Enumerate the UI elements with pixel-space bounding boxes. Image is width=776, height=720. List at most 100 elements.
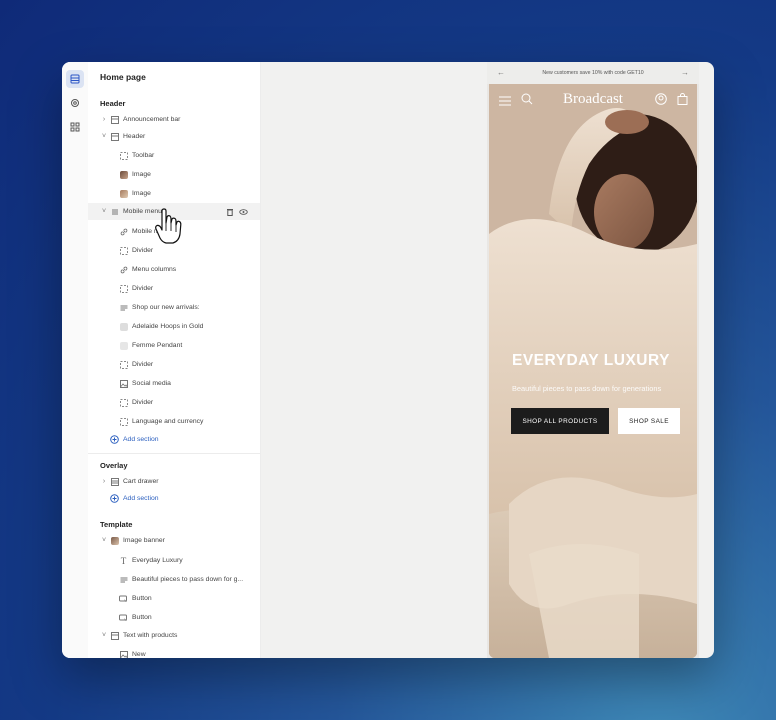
row-label: Toolbar [132, 152, 155, 159]
block-divider[interactable]: Divider [88, 394, 260, 411]
block-text[interactable]: Beautiful pieces to pass down for g... [88, 571, 260, 588]
block-icon [119, 284, 128, 293]
block-toolbar[interactable]: Toolbar [88, 147, 260, 164]
section-icon [110, 631, 119, 640]
row-label: Text with products [123, 632, 178, 639]
row-label: Divider [132, 361, 154, 368]
image-icon [119, 379, 128, 388]
block-button[interactable]: Button [88, 609, 260, 626]
block-heading[interactable]: T Everyday Luxury [88, 552, 260, 569]
row-label: Social media [132, 380, 171, 387]
row-label: Divider [132, 247, 154, 254]
text-icon [119, 303, 128, 312]
image-thumb-icon [119, 170, 128, 179]
block-image[interactable]: Image [88, 166, 260, 183]
add-section-header[interactable]: Add section [88, 431, 260, 448]
block-divider[interactable]: Divider [88, 280, 260, 297]
section-text-with-products[interactable]: ˅ Text with products [88, 627, 260, 644]
chevron-down-icon[interactable]: ˅ [100, 133, 108, 140]
arrow-left-icon[interactable]: ← [497, 68, 505, 77]
row-label: Menu columns [132, 266, 177, 273]
add-section-label: Add section [123, 495, 159, 502]
row-label: Cart drawer [123, 478, 159, 485]
block-icon [119, 151, 128, 160]
trash-icon[interactable] [225, 207, 234, 216]
plus-circle-icon [110, 494, 119, 503]
link-icon [119, 227, 128, 236]
sections-icon[interactable] [66, 70, 84, 88]
section-icon [110, 115, 119, 124]
row-label: Language and currency [132, 418, 204, 425]
link-icon [119, 265, 128, 274]
storefront-preview: ← New customers save 10% with code GET10… [487, 62, 699, 658]
page-title: Home page [100, 72, 146, 82]
section-announcement-bar[interactable]: › Announcement bar [88, 111, 260, 128]
row-label: Beautiful pieces to pass down for g... [132, 576, 244, 583]
row-label: New [132, 651, 146, 658]
block-new[interactable]: New [88, 646, 260, 658]
row-label: Shop our new arrivals: [132, 304, 200, 311]
plus-circle-icon [110, 435, 119, 444]
block-language-currency[interactable]: Language and currency [88, 413, 260, 430]
block-social-media[interactable]: Social media [88, 375, 260, 392]
row-label: Image [132, 190, 151, 197]
row-label: Femme Pendant [132, 342, 183, 349]
block-menu-columns[interactable]: Menu columns [88, 261, 260, 278]
section-header[interactable]: ˅ Header [88, 128, 260, 145]
menu-icon [110, 207, 119, 216]
chevron-right-icon[interactable]: › [100, 478, 108, 485]
eye-icon[interactable] [239, 207, 248, 216]
add-section-label: Add section [123, 436, 159, 443]
group-label-overlay: Overlay [100, 461, 128, 470]
button-icon [119, 594, 128, 603]
row-label: Image banner [123, 537, 165, 544]
chevron-down-icon[interactable]: ˅ [100, 208, 108, 215]
store-nav: Broadcast [489, 84, 697, 114]
group-label-header: Header [100, 99, 126, 108]
image-thumb-icon [110, 536, 119, 545]
pointer-hand-cursor-icon [155, 208, 182, 244]
apps-icon[interactable] [66, 118, 84, 136]
section-icon [110, 132, 119, 141]
row-label: Divider [132, 399, 154, 406]
image-icon [119, 650, 128, 658]
chevron-down-icon[interactable]: ˅ [100, 632, 108, 639]
row-label: Everyday Luxury [132, 557, 183, 564]
block-icon [119, 398, 128, 407]
arrow-right-icon[interactable]: → [681, 68, 689, 77]
group-label-template: Template [100, 520, 133, 529]
row-label: Button [132, 595, 152, 602]
block-divider[interactable]: Divider [88, 356, 260, 373]
shop-sale-button[interactable]: SHOP SALE [618, 408, 680, 434]
chevron-right-icon[interactable]: › [100, 116, 108, 123]
block-button[interactable]: Button [88, 590, 260, 607]
cart-icon[interactable] [677, 92, 688, 110]
group-divider [88, 453, 260, 454]
sections-sidebar: Home page Header › Announcement bar ˅ He… [88, 62, 261, 658]
row-label: Button [132, 614, 152, 621]
product-icon [119, 341, 128, 350]
icon-rail [62, 62, 89, 658]
account-icon[interactable] [655, 92, 667, 110]
block-product[interactable]: Adelaide Hoops in Gold [88, 318, 260, 335]
chevron-down-icon[interactable]: ˅ [100, 537, 108, 544]
announcement-bar[interactable]: ← New customers save 10% with code GET10… [487, 62, 699, 84]
add-section-overlay[interactable]: Add section [88, 490, 260, 507]
banner-heading: EVERYDAY LUXURY [512, 352, 670, 369]
settings-gear-icon[interactable] [66, 94, 84, 112]
image-banner[interactable]: Broadcast EVERYDAY LUXURY Beautiful piec… [489, 84, 697, 658]
block-icon [119, 417, 128, 426]
announcement-text: New customers save 10% with code GET10 [542, 70, 644, 76]
section-image-banner[interactable]: ˅ Image banner [88, 532, 260, 549]
row-label: Adelaide Hoops in Gold [132, 323, 204, 330]
block-text[interactable]: Shop our new arrivals: [88, 299, 260, 316]
image-thumb-icon [119, 189, 128, 198]
editor-window: Home page Header › Announcement bar ˅ He… [62, 62, 714, 658]
block-product[interactable]: Femme Pendant [88, 337, 260, 354]
section-cart-drawer[interactable]: › Cart drawer [88, 473, 260, 490]
shop-all-products-button[interactable]: SHOP ALL PRODUCTS [511, 408, 609, 434]
block-icon [119, 246, 128, 255]
block-icon [119, 360, 128, 369]
text-icon [119, 575, 128, 584]
block-image[interactable]: Image [88, 185, 260, 202]
